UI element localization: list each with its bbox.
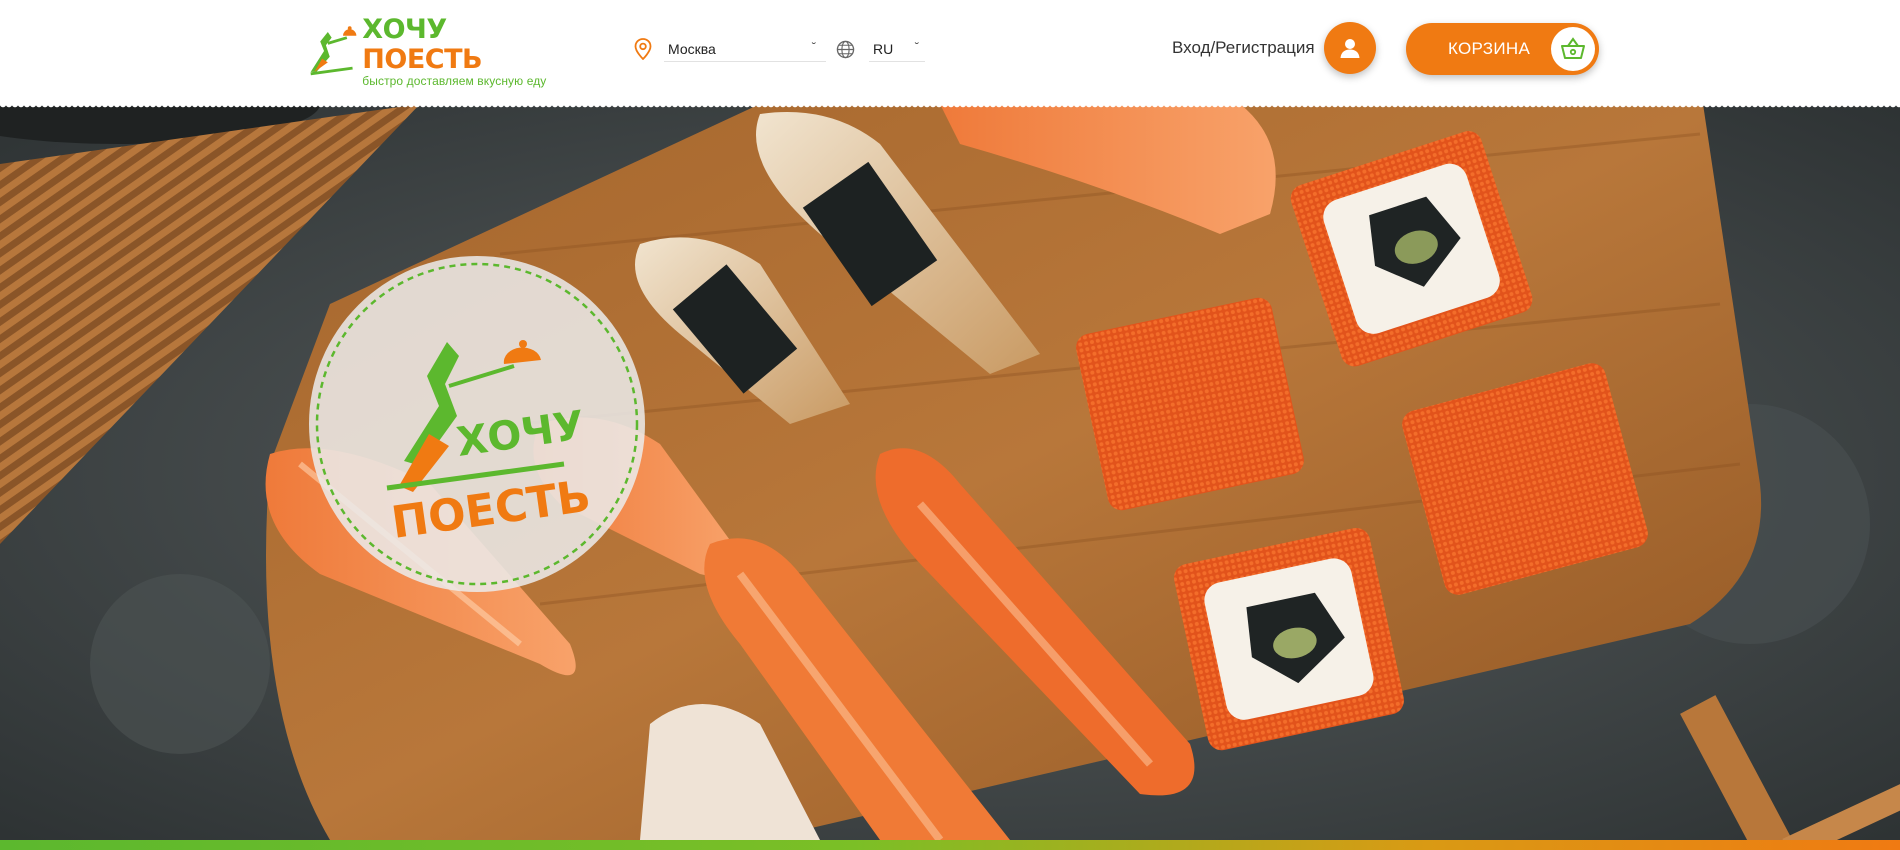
cart-icon-circle	[1551, 27, 1595, 71]
logo-tagline: быстро доставляем вкусную еду	[362, 73, 547, 88]
logo-title: ХОЧУ ПОЕСТЬ	[362, 13, 565, 75]
hero-banner: ХОЧУ ПОЕСТЬ	[0, 104, 1900, 840]
basket-icon	[1561, 37, 1585, 59]
bottom-gradient-strip	[0, 840, 1900, 850]
brand-badge-graphic: ХОЧУ ПОЕСТЬ	[315, 262, 639, 586]
user-icon	[1340, 39, 1360, 58]
language-value: RU	[873, 40, 894, 57]
logo-title-part1: ХОЧУ	[362, 13, 447, 45]
cart-label: КОРЗИНА	[1448, 39, 1531, 58]
language-dropdown[interactable]: RU ˘	[869, 36, 925, 62]
language-selector[interactable]: RU ˘	[836, 36, 925, 62]
sushi-board-photo	[0, 104, 1900, 840]
city-value: Москва	[668, 40, 716, 57]
map-pin-icon	[634, 38, 652, 60]
logo-mark-icon	[310, 26, 357, 76]
chevron-down-icon: ˘	[812, 39, 816, 54]
cart-button[interactable]: КОРЗИНА	[1406, 23, 1599, 75]
city-dropdown[interactable]: Москва ˘	[664, 36, 826, 62]
user-button[interactable]	[1323, 22, 1376, 74]
login-link[interactable]: Вход/Регистрация	[1172, 38, 1315, 58]
food-dome-icon	[503, 347, 541, 364]
city-selector[interactable]: Москва ˘	[634, 36, 826, 62]
chevron-down-icon: ˘	[915, 39, 919, 54]
logo[interactable]: ХОЧУ ПОЕСТЬ быстро доставляем вкусную ед…	[305, 14, 565, 88]
badge-title-line1: ХОЧУ	[454, 403, 587, 466]
logo-title-part2: ПОЕСТЬ	[362, 43, 483, 75]
brand-badge: ХОЧУ ПОЕСТЬ	[309, 256, 645, 592]
login-register[interactable]: Вход/Регистрация	[1172, 22, 1376, 74]
logo-text: ХОЧУ ПОЕСТЬ быстро доставляем вкусную ед…	[362, 13, 565, 88]
globe-icon	[836, 40, 855, 58]
site-header: ХОЧУ ПОЕСТЬ быстро доставляем вкусную ед…	[0, 0, 1900, 110]
